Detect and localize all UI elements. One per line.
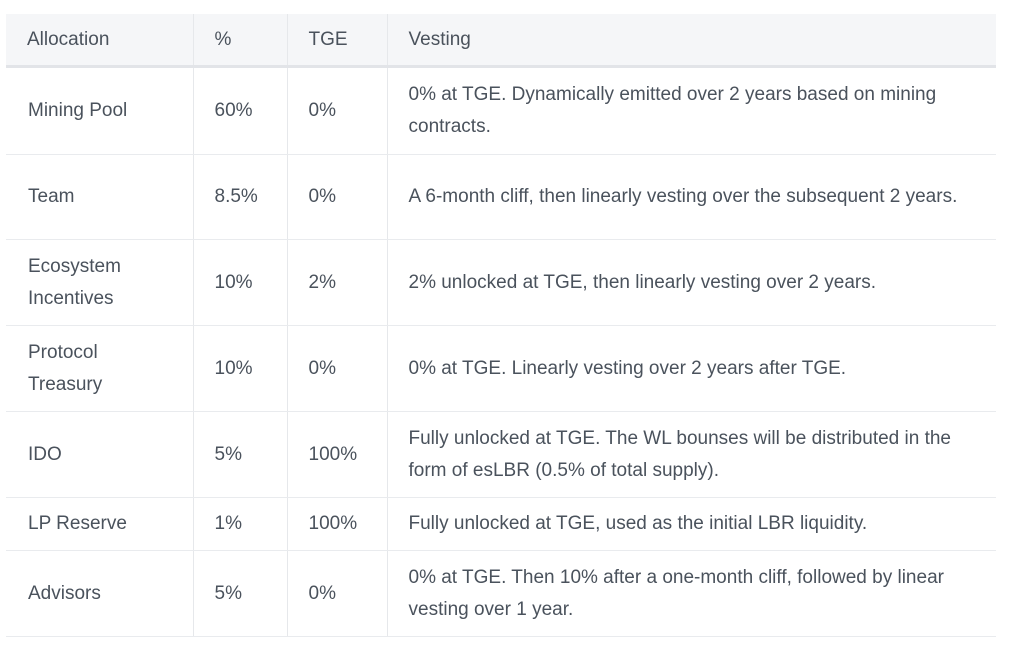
cell-allocation: Protocol Treasury <box>6 325 193 412</box>
table-row: LP Reserve 1% 100% Fully unlocked at TGE… <box>6 497 996 551</box>
cell-tge: 0% <box>286 325 387 412</box>
table-body: Mining Pool 60% 0% 0% at TGE. Dynamicall… <box>6 66 996 637</box>
table-header: Allocation % TGE Vesting <box>6 14 996 68</box>
cell-allocation: Mining Pool <box>6 66 193 155</box>
token-allocation-table: Allocation % TGE Vesting Mining Pool 60%… <box>6 14 996 637</box>
cell-tge: 0% <box>286 66 387 155</box>
header-row: Allocation % TGE Vesting <box>6 14 996 68</box>
cell-vesting: A 6-month cliff, then linearly vesting o… <box>386 154 996 240</box>
cell-tge: 0% <box>286 550 387 637</box>
header-vesting: Vesting <box>386 14 996 68</box>
table-row: Mining Pool 60% 0% 0% at TGE. Dynamicall… <box>6 66 996 155</box>
cell-percent: 60% <box>192 66 287 155</box>
cell-vesting: 0% at TGE. Then 10% after a one-month cl… <box>386 550 996 637</box>
cell-tge: 0% <box>286 154 387 240</box>
cell-allocation: IDO <box>6 411 193 498</box>
cell-percent: 5% <box>192 411 287 498</box>
table-row: Advisors 5% 0% 0% at TGE. Then 10% after… <box>6 550 996 637</box>
cell-percent: 8.5% <box>192 154 287 240</box>
cell-vesting: 0% at TGE. Dynamically emitted over 2 ye… <box>386 66 996 155</box>
cell-vesting: Fully unlocked at TGE. The WL bounses wi… <box>386 411 996 498</box>
cell-percent: 10% <box>192 325 287 412</box>
cell-allocation: Ecosystem Incentives <box>6 239 193 326</box>
cell-vesting: 2% unlocked at TGE, then linearly vestin… <box>386 239 996 326</box>
cell-percent: 1% <box>192 497 287 551</box>
cell-percent: 5% <box>192 550 287 637</box>
cell-tge: 100% <box>286 411 387 498</box>
table-row: Protocol Treasury 10% 0% 0% at TGE. Line… <box>6 325 996 412</box>
cell-vesting: Fully unlocked at TGE, used as the initi… <box>386 497 996 551</box>
token-allocation-table-container: Allocation % TGE Vesting Mining Pool 60%… <box>6 14 996 637</box>
cell-allocation: LP Reserve <box>6 497 193 551</box>
table-row: Ecosystem Incentives 10% 2% 2% unlocked … <box>6 239 996 326</box>
cell-tge: 2% <box>286 239 387 326</box>
table-row: Team 8.5% 0% A 6-month cliff, then linea… <box>6 154 996 240</box>
cell-percent: 10% <box>192 239 287 326</box>
header-percent: % <box>192 14 287 68</box>
cell-vesting: 0% at TGE. Linearly vesting over 2 years… <box>386 325 996 412</box>
header-tge: TGE <box>286 14 387 68</box>
header-allocation: Allocation <box>6 14 193 68</box>
cell-tge: 100% <box>286 497 387 551</box>
cell-allocation: Team <box>6 154 193 240</box>
table-row: IDO 5% 100% Fully unlocked at TGE. The W… <box>6 411 996 498</box>
cell-allocation: Advisors <box>6 550 193 637</box>
